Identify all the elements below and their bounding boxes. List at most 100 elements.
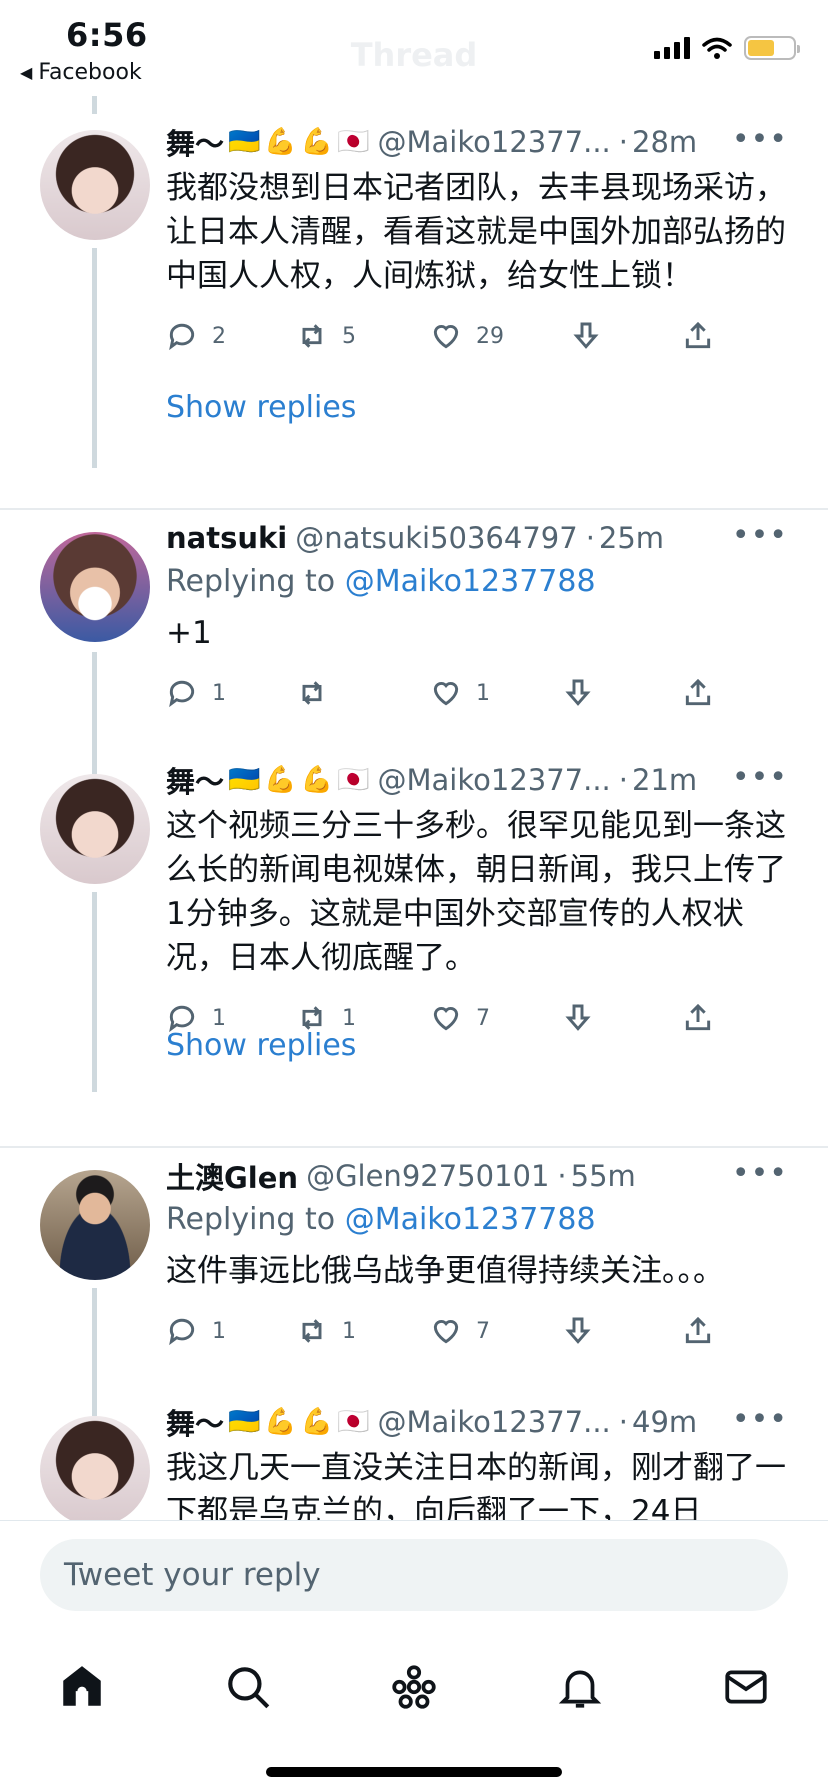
tweet-time: 55m [570,1159,636,1193]
reply-count: 1 [212,1318,226,1344]
like-count: 7 [476,1318,490,1344]
like-button[interactable]: 7 [430,1315,490,1347]
more-icon[interactable]: ••• [732,760,788,795]
author-handle[interactable]: @natsuki50364797 [295,521,577,555]
reply-count: 2 [212,323,226,349]
author-name[interactable]: 舞～ [166,759,224,801]
retweet-count: 1 [342,1318,356,1344]
tweet-time: 21m [632,763,698,797]
tab-home[interactable] [54,1659,110,1715]
mail-icon [725,1670,767,1704]
japan-flag-icon: 🇯🇵 [337,765,370,795]
search-icon [228,1667,270,1709]
home-icon [63,1666,101,1706]
name-emojis: 🇺🇦 💪 💪 🇯🇵 [228,1407,370,1437]
avatar[interactable] [40,774,150,884]
share-button[interactable] [682,1315,714,1347]
reply-icon [169,323,195,351]
status-bar: 6:56 ◀ Facebook Thread [0,0,828,96]
like-button[interactable]: 1 [430,677,490,709]
more-icon[interactable]: ••• [732,1156,788,1191]
retweet-count: 1 [342,1005,356,1031]
like-button[interactable]: 7 [430,1002,490,1034]
retweet-button[interactable]: 1 [296,1315,356,1347]
replying-to-label: Replying to [166,1202,336,1237]
author-handle[interactable]: @Maiko12377... [378,125,611,159]
mention-link[interactable]: @Maiko1237788 [345,1202,596,1237]
avatar[interactable] [40,532,150,642]
mention-link[interactable]: @Maiko1237788 [345,564,596,599]
more-icon[interactable]: ••• [732,1402,788,1437]
retweet-button[interactable] [296,677,342,709]
author-handle[interactable]: @Glen92750101 [306,1159,549,1193]
tab-notifications[interactable] [552,1659,608,1715]
tab-bar [0,1637,828,1737]
thread-line [92,248,97,468]
wifi-icon [702,37,732,59]
thread-dots [92,400,97,426]
avatar[interactable] [40,1416,150,1520]
avatar[interactable] [40,1170,150,1280]
reply-count: 1 [212,680,226,706]
dot-separator: · [618,1405,628,1439]
author-name[interactable]: 舞～ [166,121,224,163]
japan-flag-icon: 🇯🇵 [337,127,370,157]
author-name[interactable]: natsuki [166,521,287,555]
reply-button[interactable]: 2 [166,320,226,352]
battery-icon [744,36,800,60]
share-button[interactable] [682,1002,714,1034]
retweet-icon [302,324,322,348]
author-handle[interactable]: @Maiko12377... [378,763,611,797]
ukraine-flag-icon: 🇺🇦 [228,127,261,157]
name-emojis: 🇺🇦 💪 💪 🇯🇵 [228,127,370,157]
spaces-icon [392,1665,436,1709]
tab-spaces[interactable] [386,1659,442,1715]
flexed-biceps-icon: 💪 [300,127,334,157]
share-icon [685,1003,711,1031]
reply-button[interactable]: 1 [166,677,226,709]
like-count: 1 [476,680,490,706]
share-icon [685,1316,711,1344]
thread-feed[interactable]: 舞～ 🇺🇦 💪 💪 🇯🇵 @Maiko12377... · 28m ••• 我都… [0,96,828,1520]
replying-to: Replying to @Maiko1237788 [166,1202,788,1237]
download-button[interactable] [562,1002,594,1034]
dot-separator: · [618,763,628,797]
download-button[interactable] [562,1315,594,1347]
tweet-actions: 1 1 [166,677,788,717]
tweet-time: 49m [632,1405,698,1439]
share-icon [685,678,711,706]
avatar[interactable] [40,130,150,240]
share-button[interactable] [682,320,714,352]
thread-line [92,1396,97,1416]
download-button[interactable] [570,320,602,352]
author-handle[interactable]: @Maiko12377... [378,1405,611,1439]
more-icon[interactable]: ••• [732,122,788,157]
download-button[interactable] [562,677,594,709]
tab-search[interactable] [220,1659,276,1715]
dot-separator: · [585,521,595,555]
author-name[interactable]: 舞～ [166,1401,224,1443]
reply-button[interactable]: 1 [166,1315,226,1347]
share-icon [685,321,711,349]
like-button[interactable]: 29 [430,320,504,352]
home-indicator[interactable] [266,1767,562,1777]
heart-icon [433,1006,459,1031]
retweet-button[interactable]: 5 [296,320,356,352]
author-name[interactable]: 土澳Glen [166,1155,298,1197]
reply-input[interactable]: Tweet your reply [40,1539,788,1611]
bell-icon [558,1670,602,1708]
thread-line [92,96,97,114]
download-icon [565,1004,591,1031]
download-icon [565,1317,591,1344]
share-button[interactable] [682,677,714,709]
show-replies-link[interactable]: Show replies [166,390,356,425]
show-replies-link[interactable]: Show replies [166,1028,356,1063]
flexed-biceps-icon: 💪 [264,1407,297,1437]
system-icons [654,36,800,60]
tweet-time: 25m [598,521,665,555]
retweet-count: 5 [342,323,356,349]
tweet-time: 28m [632,125,698,159]
heart-icon [433,1319,459,1344]
more-icon[interactable]: ••• [732,518,788,553]
tab-messages[interactable] [718,1659,774,1715]
